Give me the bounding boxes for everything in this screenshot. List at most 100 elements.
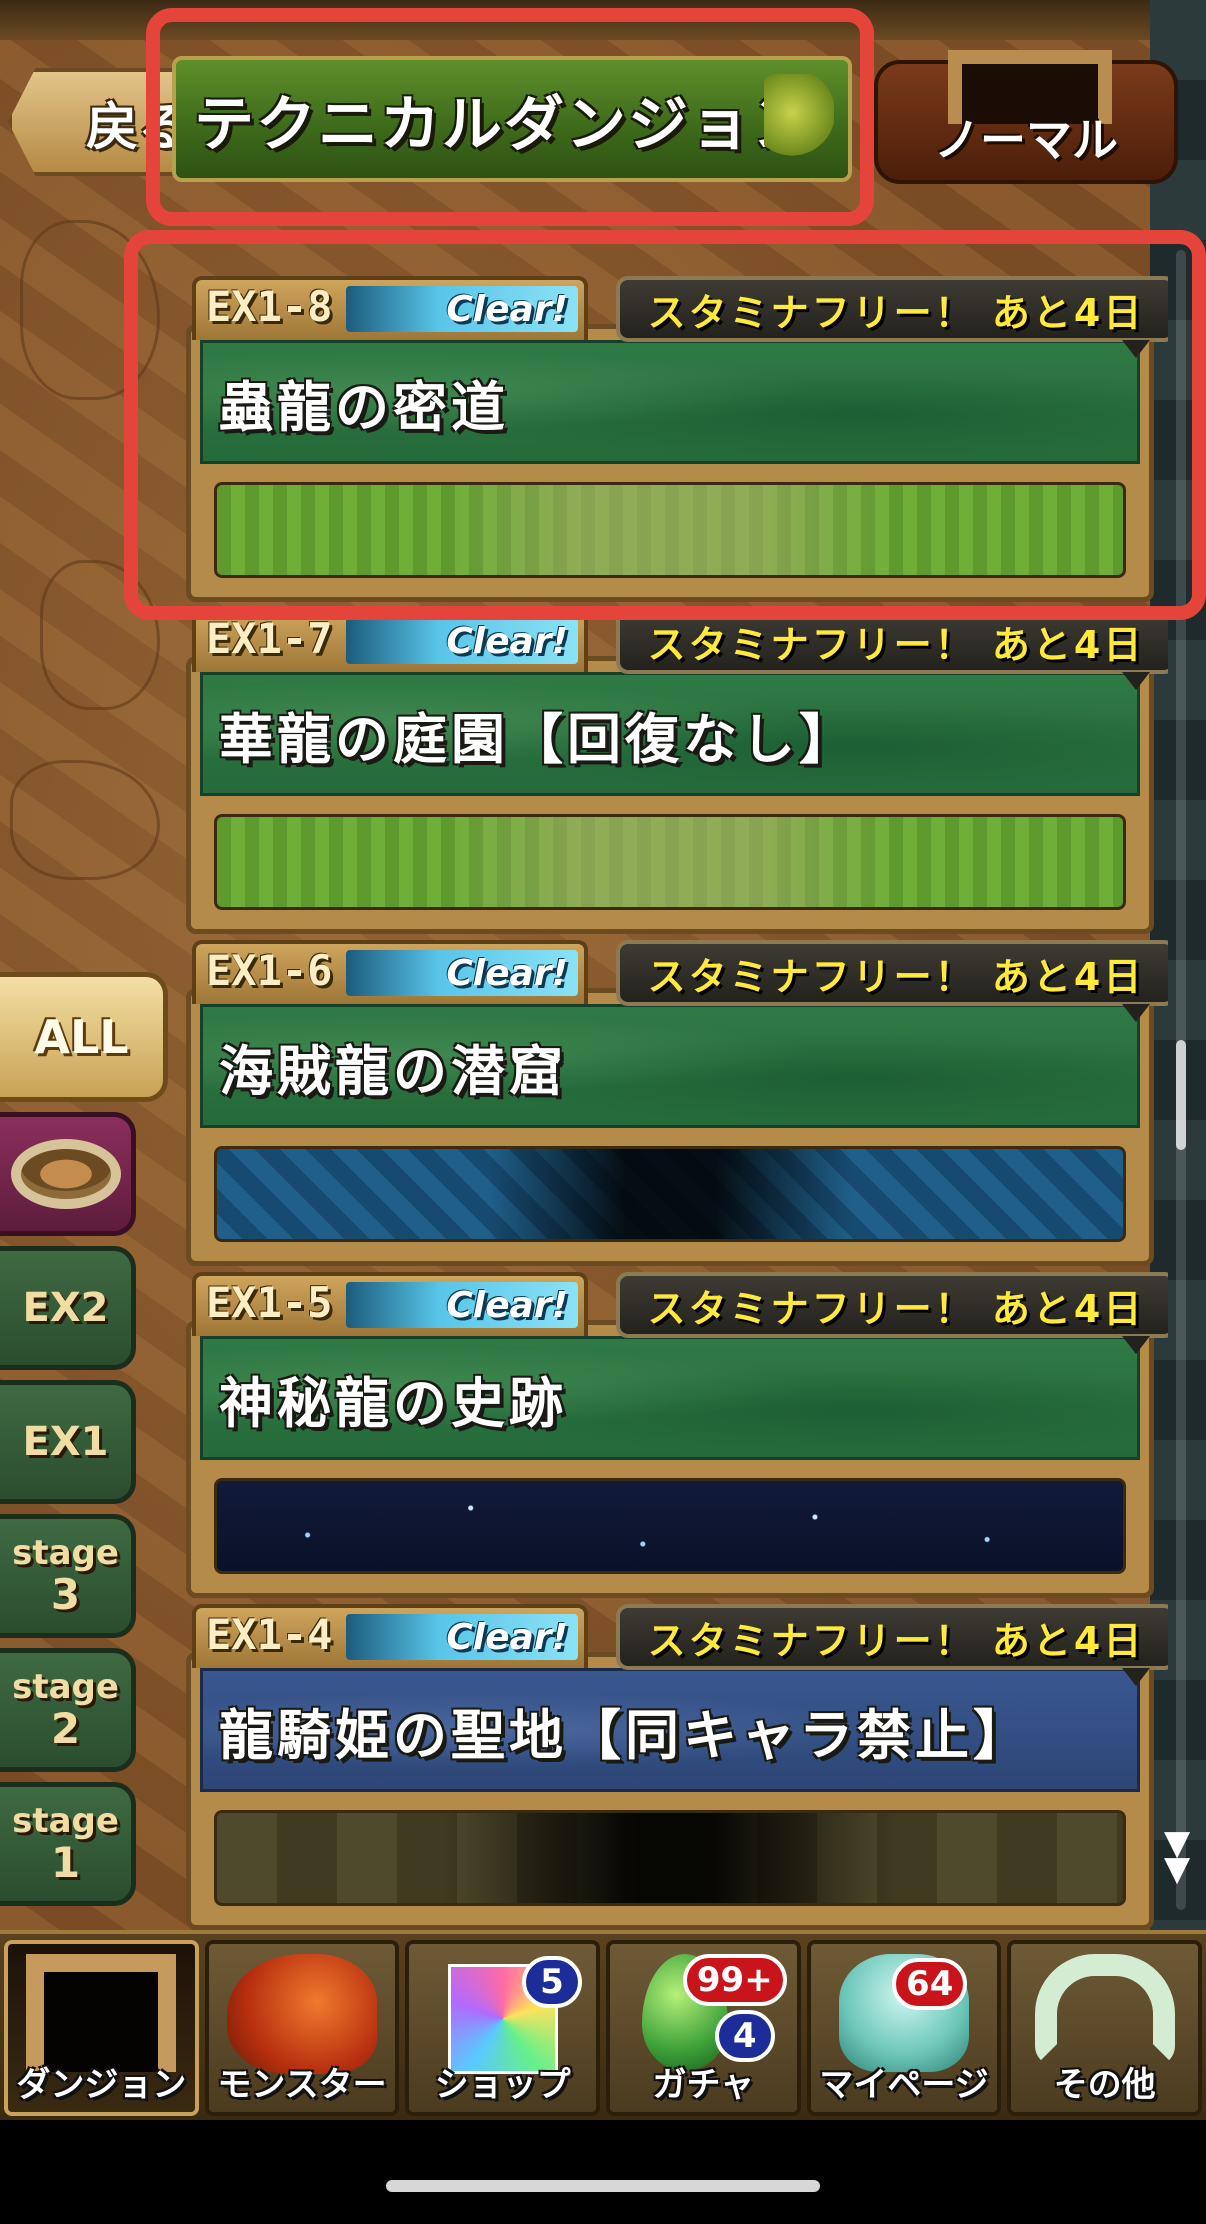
filter-tab-label: stage <box>12 1533 119 1573</box>
filter-tab-number: 3 <box>50 1570 81 1619</box>
filter-tab-stage-1[interactable]: stage 1 <box>0 1782 136 1906</box>
stamina-free-label: スタミナフリー！ あと4日 <box>647 1286 1145 1331</box>
dungeon-card-ex1-4[interactable]: 龍騎姫の聖地【同キャラ禁止】 EX1-4 Clear! スタミナフリー！ あと4… <box>186 1604 1168 1930</box>
dungeon-banner-image <box>214 482 1126 578</box>
stamina-free-tag: スタミナフリー！ あと4日 <box>616 1272 1168 1354</box>
dragon-icon <box>227 1954 377 2074</box>
dungeon-name-panel: 蟲龍の密道 <box>200 340 1140 464</box>
bottom-navigation: ダンジョン モンスター 5 ショップ 99+ 4 ガチャ 64 マイページ その… <box>0 1930 1206 2120</box>
clear-badge: Clear! <box>346 950 578 996</box>
filter-tab-all[interactable]: ALL <box>0 972 168 1102</box>
dungeon-name: 龍騎姫の聖地【同キャラ禁止】 <box>219 1703 1031 1767</box>
stamina-free-label: スタミナフリー！ あと4日 <box>647 954 1145 999</box>
nav-other[interactable]: その他 <box>1007 1940 1203 2116</box>
dungeon-banner-image <box>214 1810 1126 1906</box>
filter-tab-label: EX2 <box>22 1285 109 1331</box>
filter-tab-ex1[interactable]: EX1 <box>0 1380 136 1504</box>
stamina-free-tag: スタミナフリー！ あと4日 <box>616 1604 1168 1686</box>
dungeon-card-ex1-5[interactable]: 神秘龍の史跡 EX1-5 Clear! スタミナフリー！ あと4日 <box>186 1272 1168 1598</box>
stamina-free-label: スタミナフリー！ あと4日 <box>647 1618 1145 1663</box>
dungeon-code-tab: EX1-4 Clear! <box>192 1604 588 1668</box>
nav-dungeon[interactable]: ダンジョン <box>4 1940 199 2116</box>
nav-mypage[interactable]: 64 マイページ <box>806 1940 1002 2116</box>
leaf-ornament-icon <box>764 74 834 170</box>
wall-crack <box>40 560 160 710</box>
stamina-free-tag: スタミナフリー！ あと4日 <box>616 940 1168 1022</box>
clear-badge: Clear! <box>346 1282 578 1328</box>
game-screen: 戻る テクニカルダンジョン ノーマル ALL EX2 EX1 stage 3 s… <box>0 0 1206 2120</box>
nav-label: その他 <box>1053 2065 1156 2105</box>
stamina-free-label: スタミナフリー！ あと4日 <box>647 622 1145 667</box>
stamina-free-tag: スタミナフリー！ あと4日 <box>616 276 1168 358</box>
dungeon-code: EX1-5 <box>206 1278 333 1327</box>
dungeon-card-ex1-6[interactable]: 海賊龍の潜窟 EX1-6 Clear! スタミナフリー！ あと4日 <box>186 940 1168 1266</box>
scroll-down-arrows-icon[interactable]: ▼ ▼ <box>1164 1826 1190 1886</box>
dungeon-name-panel: 海賊龍の潜窟 <box>200 1004 1140 1128</box>
dungeon-code: EX1-4 <box>206 1610 333 1659</box>
dungeon-name-panel: 神秘龍の史跡 <box>200 1336 1140 1460</box>
gacha-count-badge: 99+ <box>682 1954 787 2006</box>
filter-tab-label: ALL <box>34 1010 129 1064</box>
list-scrollbar[interactable] <box>1176 250 1186 1910</box>
dungeon-list[interactable]: 蟲龍の密道 EX1-8 Clear! スタミナフリー！ あと4日 華龍の庭園【回… <box>186 180 1168 1930</box>
filter-tab-stage-2[interactable]: stage 2 <box>0 1648 136 1772</box>
dungeon-name: 華龍の庭園【回復なし】 <box>219 707 857 771</box>
dungeon-banner-image <box>214 814 1126 910</box>
stamina-free-tag: スタミナフリー！ あと4日 <box>616 608 1168 690</box>
dungeon-name: 神秘龍の史跡 <box>219 1371 567 1435</box>
nav-label: ダンジョン <box>16 2065 187 2105</box>
clear-badge: Clear! <box>346 618 578 664</box>
clear-label: Clear! <box>446 620 568 662</box>
dungeon-code-tab: EX1-5 Clear! <box>192 1272 588 1336</box>
clear-label: Clear! <box>446 1616 568 1658</box>
top-band <box>0 0 1206 40</box>
mypage-count-badge: 64 <box>892 1958 968 2010</box>
filter-tab-label: stage <box>12 1801 119 1841</box>
colosseum-icon <box>10 1139 121 1209</box>
difficulty-button[interactable]: ノーマル <box>874 50 1178 184</box>
filter-tab-number: 1 <box>50 1838 81 1887</box>
filter-tab-label: EX1 <box>22 1419 109 1465</box>
dungeon-name-panel: 龍騎姫の聖地【同キャラ禁止】 <box>200 1668 1140 1792</box>
nav-label: モンスター <box>217 2065 387 2105</box>
clear-label: Clear! <box>446 1284 568 1326</box>
shop-count-badge: 5 <box>522 1956 583 2008</box>
nav-label: ショップ <box>434 2065 571 2105</box>
filter-tab-arena[interactable] <box>0 1112 136 1236</box>
nav-shop[interactable]: 5 ショップ <box>405 1940 601 2116</box>
stamina-free-label: スタミナフリー！ あと4日 <box>647 290 1145 335</box>
home-indicator[interactable] <box>386 2180 820 2192</box>
page-title: テクニカルダンジョン <box>194 89 814 160</box>
dungeon-code-tab: EX1-6 Clear! <box>192 940 588 1004</box>
filter-tab-label: stage <box>12 1667 119 1707</box>
nav-label: ガチャ <box>652 2065 755 2105</box>
question-icon <box>1034 1954 1175 2066</box>
dungeon-name: 海賊龍の潜窟 <box>219 1039 567 1103</box>
dungeon-banner-image <box>214 1478 1126 1574</box>
nav-monster[interactable]: モンスター <box>204 1940 400 2116</box>
clear-badge: Clear! <box>346 1614 578 1660</box>
dungeon-gate-icon <box>26 1954 177 2072</box>
dungeon-code: EX1-7 <box>206 614 333 663</box>
filter-tab-stage-3[interactable]: stage 3 <box>0 1514 136 1638</box>
dungeon-code: EX1-8 <box>206 282 333 331</box>
nav-gacha[interactable]: 99+ 4 ガチャ <box>606 1940 801 2116</box>
clear-label: Clear! <box>446 288 568 330</box>
dungeon-name: 蟲龍の密道 <box>219 375 509 439</box>
dungeon-card-ex1-7[interactable]: 華龍の庭園【回復なし】 EX1-7 Clear! スタミナフリー！ あと4日 <box>186 608 1168 934</box>
filter-tab-number: 2 <box>50 1704 81 1753</box>
wall-crack <box>20 220 160 400</box>
dungeon-code-tab: EX1-7 Clear! <box>192 608 588 672</box>
difficulty-label: ノーマル <box>934 113 1118 167</box>
dungeon-code-tab: EX1-8 Clear! <box>192 276 588 340</box>
scrollbar-thumb[interactable] <box>1176 1040 1186 1150</box>
clear-label: Clear! <box>446 952 568 994</box>
wall-crack <box>10 760 160 880</box>
dungeon-card-ex1-8[interactable]: 蟲龍の密道 EX1-8 Clear! スタミナフリー！ あと4日 <box>186 276 1168 602</box>
gacha-secondary-badge: 4 <box>714 2010 775 2062</box>
clear-badge: Clear! <box>346 286 578 332</box>
filter-tab-ex2[interactable]: EX2 <box>0 1246 136 1370</box>
dungeon-banner-image <box>214 1146 1126 1242</box>
dungeon-code: EX1-6 <box>206 946 333 995</box>
dungeon-category-title: テクニカルダンジョン <box>172 56 852 182</box>
